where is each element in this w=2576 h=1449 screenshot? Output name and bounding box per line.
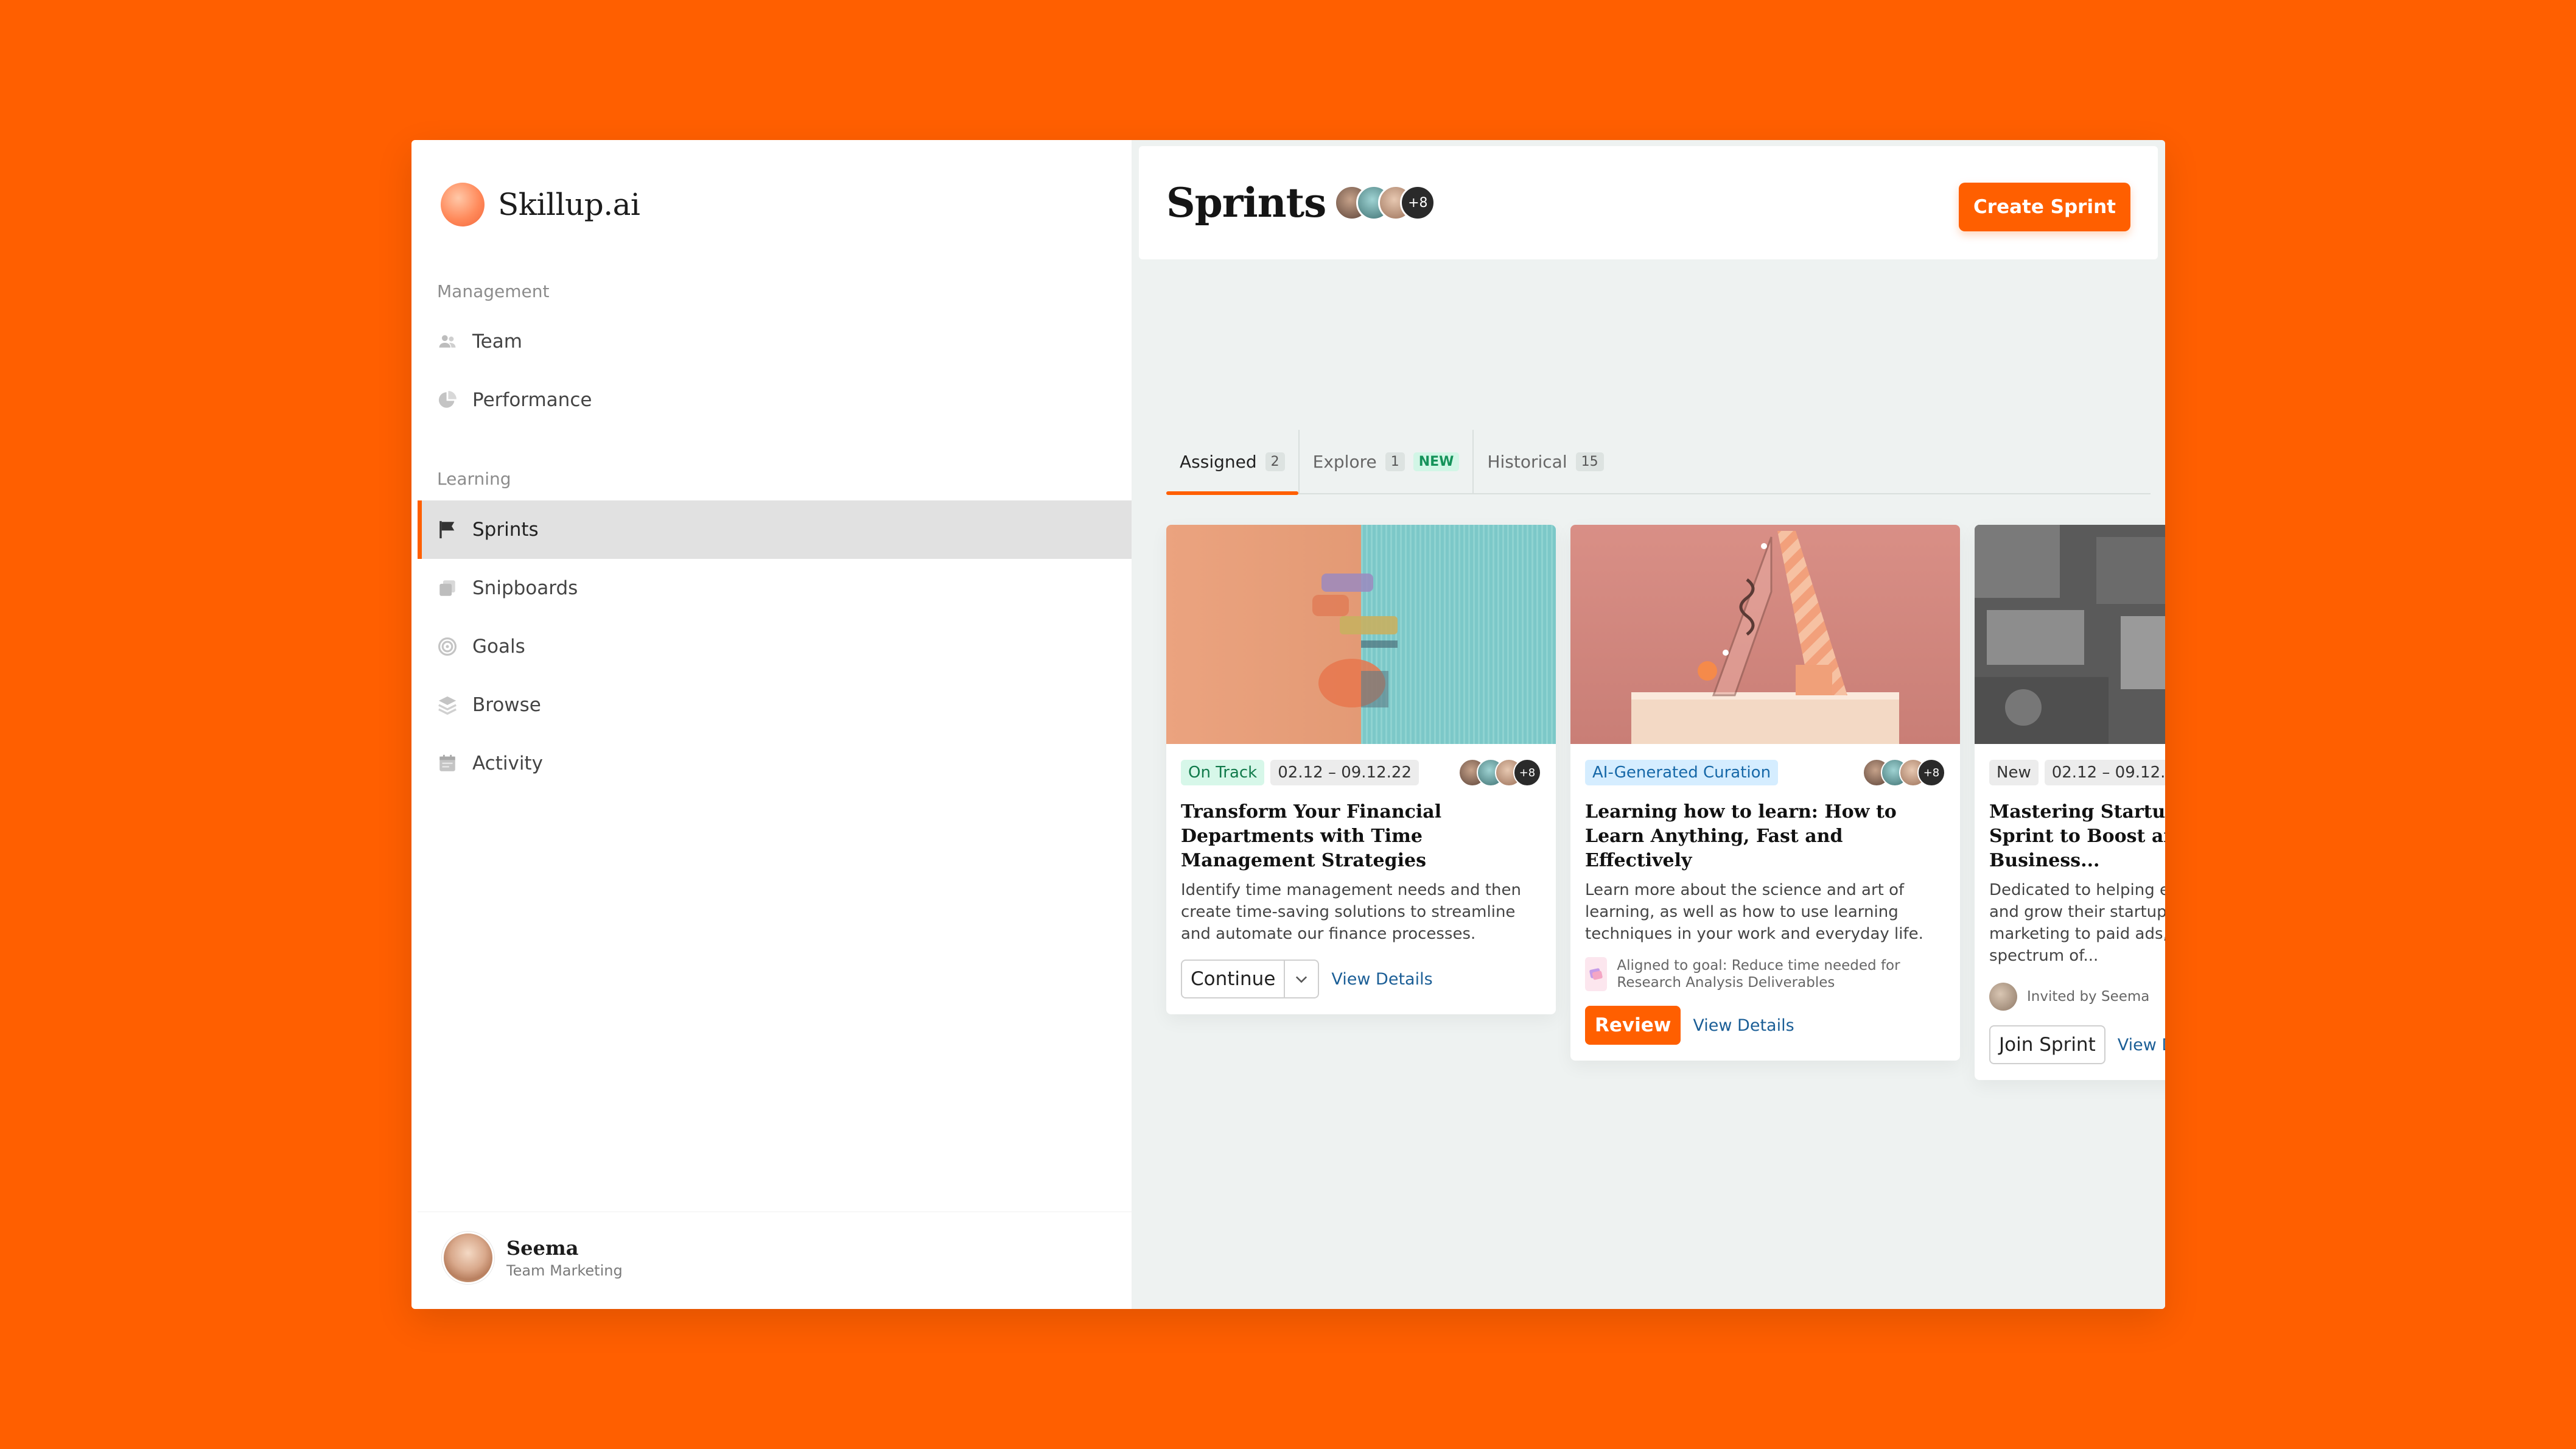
sprint-cover-image <box>1166 525 1556 744</box>
card-description: Identify time management needs and then … <box>1181 881 1521 943</box>
review-button[interactable]: Review <box>1585 1006 1681 1045</box>
logo-mark-icon <box>441 183 485 226</box>
tab-count: 2 <box>1265 452 1285 471</box>
invited-text: Invited by Seema <box>2027 989 2150 1005</box>
continue-label: Continue <box>1191 968 1276 990</box>
app-window: Skillup.ai Management Team Performance L… <box>411 140 2165 1309</box>
goal-text: Aligned to goal: Reduce time needed for … <box>1617 958 1900 991</box>
sidebar-item-label: Team <box>472 331 522 353</box>
pie-chart-icon <box>437 390 458 410</box>
tab-historical[interactable]: Historical 15 <box>1472 430 1617 493</box>
sidebar-item-label: Sprints <box>472 519 539 541</box>
sidebar-item-label: Activity <box>472 753 543 774</box>
card-description: Learn more about the science and art of … <box>1585 881 1923 943</box>
create-sprint-button[interactable]: Create Sprint <box>1959 183 2130 231</box>
tab-explore[interactable]: Explore 1 NEW <box>1298 430 1473 493</box>
join-sprint-button[interactable]: Join Sprint <box>1989 1025 2105 1064</box>
calendar-icon <box>437 753 458 774</box>
card-description: Dedicated to helping entrepreneurs build… <box>1989 881 2165 965</box>
user-profile[interactable]: Seema Team Marketing <box>418 1212 1132 1303</box>
view-details-link[interactable]: View Details <box>1693 1016 1794 1035</box>
card-title[interactable]: Learning how to learn: How to Learn Anyt… <box>1585 800 1945 873</box>
goal-icon <box>1585 957 1608 991</box>
participants-more-badge: +8 <box>1513 759 1541 787</box>
status-badge: On Track <box>1181 760 1265 785</box>
tab-label: Historical <box>1487 451 1567 472</box>
view-details-link[interactable]: View Details <box>1331 970 1432 989</box>
date-range-badge: 02.12 – 09.12.22 <box>1270 760 1419 785</box>
participants-avatars[interactable]: +8 <box>1334 185 1436 220</box>
tab-label: Assigned <box>1180 451 1257 472</box>
sidebar-item-sprints[interactable]: Sprints <box>418 500 1132 559</box>
sidebar-item-label: Performance <box>472 389 592 411</box>
card-title[interactable]: Mastering Startup Marketing: A Sprint to… <box>1989 800 2165 873</box>
sprint-card[interactable]: On Track 02.12 – 09.12.22 +8 Transform Y… <box>1166 525 1556 1014</box>
sidebar-item-activity[interactable]: Activity <box>418 734 1132 793</box>
view-details-link[interactable]: View Details <box>2118 1036 2165 1054</box>
sidebar-item-browse[interactable]: Browse <box>418 676 1132 734</box>
app-name: Skillup.ai <box>498 187 640 222</box>
user-role: Team Marketing <box>506 1261 623 1279</box>
sprint-card[interactable]: AI-Generated Curation +8 Learning how to… <box>1570 525 1960 1061</box>
page-title: Sprints <box>1166 179 1326 226</box>
sidebar-item-label: Snipboards <box>472 577 578 599</box>
logo[interactable]: Skillup.ai <box>441 183 640 226</box>
team-icon <box>437 331 458 352</box>
card-title[interactable]: Transform Your Financial Departments wit… <box>1181 800 1541 873</box>
sidebar-item-team[interactable]: Team <box>418 312 1132 371</box>
user-name: Seema <box>506 1236 579 1260</box>
continue-button[interactable]: Continue <box>1181 960 1320 998</box>
chevron-down-icon[interactable] <box>1284 961 1318 997</box>
sidebar-item-label: Browse <box>472 694 541 716</box>
avatar <box>1989 983 2017 1011</box>
page-header: Sprints +8 Create Sprint <box>1139 146 2158 259</box>
status-badge: AI-Generated Curation <box>1585 760 1779 785</box>
sprint-tabs: Assigned 2 Explore 1 NEW Historical 15 <box>1166 430 2151 495</box>
tab-count: 1 <box>1385 452 1405 471</box>
goal-alignment: Aligned to goal: Reduce time needed for … <box>1585 957 1945 991</box>
participants-more-badge: +8 <box>1400 185 1436 220</box>
main-content: Sprints +8 Create Sprint Assigned 2 Expl… <box>1132 140 2165 1309</box>
sidebar-item-goals[interactable]: Goals <box>418 617 1132 676</box>
date-range-badge: 02.12 – 09.12.22 <box>2044 760 2165 785</box>
sidebar-item-performance[interactable]: Performance <box>418 371 1132 429</box>
sidebar-item-snipboards[interactable]: Snipboards <box>418 559 1132 617</box>
sprint-cover-image <box>1975 525 2165 744</box>
layers-icon <box>437 695 458 715</box>
avatar <box>442 1231 494 1284</box>
invited-by: Invited by Seema <box>1989 983 2165 1011</box>
target-icon <box>437 636 458 657</box>
section-label-management: Management <box>437 281 550 301</box>
section-label-learning: Learning <box>437 469 511 489</box>
tab-assigned[interactable]: Assigned 2 <box>1166 430 1298 495</box>
card-participants[interactable]: +8 <box>1458 759 1541 787</box>
sidebar-item-label: Goals <box>472 636 525 658</box>
sidebar: Skillup.ai Management Team Performance L… <box>418 146 1132 1303</box>
participants-more-badge: +8 <box>1917 759 1945 787</box>
sprint-card[interactable]: New 02.12 – 09.12.22 +8 Mastering Startu… <box>1975 525 2165 1080</box>
new-badge: NEW <box>1413 452 1460 471</box>
sprint-cover-image <box>1570 525 1960 744</box>
tab-label: Explore <box>1312 451 1377 472</box>
status-badge: New <box>1989 760 2039 785</box>
stack-icon <box>437 578 458 598</box>
tab-count: 15 <box>1575 452 1604 471</box>
flag-icon <box>437 519 458 540</box>
card-participants[interactable]: +8 <box>1863 759 1945 787</box>
